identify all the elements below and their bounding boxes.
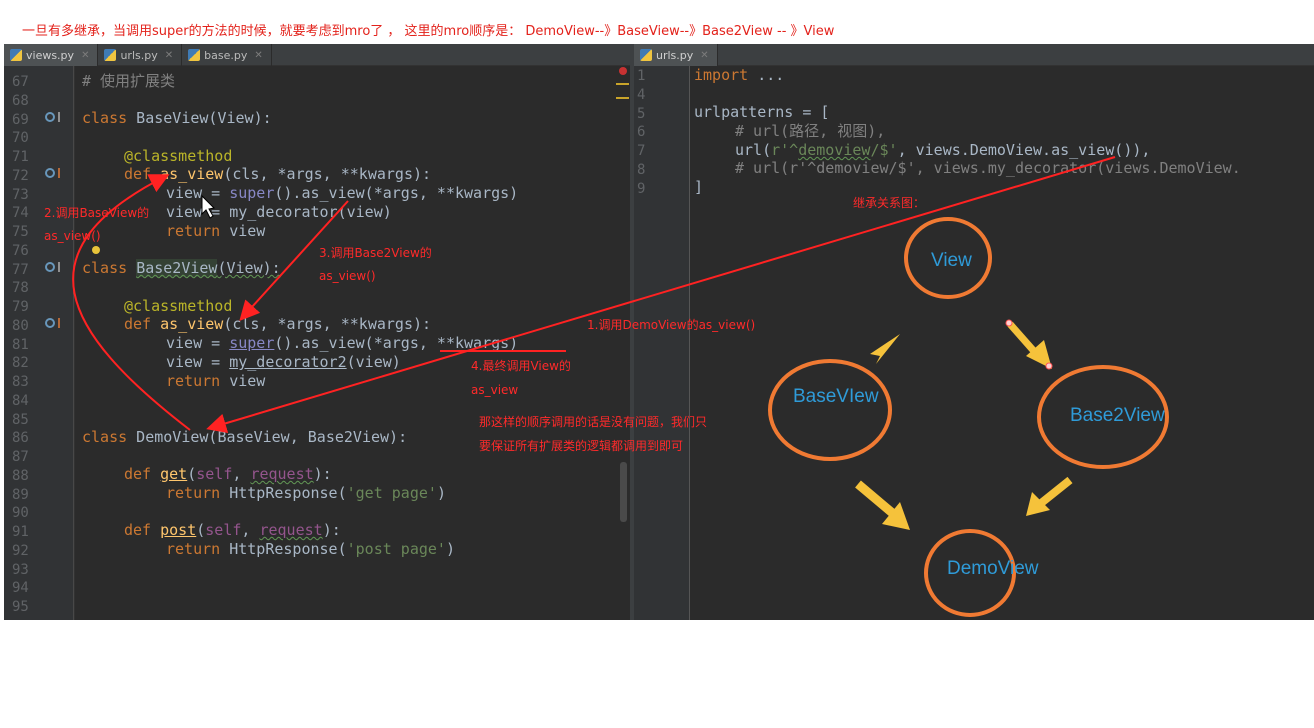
page-caption: 一旦有多继承，当调用super的方法的时候，就要考虑到mro了 ， 这里的mro…: [22, 24, 835, 39]
code-line-75[interactable]: return view: [166, 222, 265, 241]
diagram-label-baseview: BaseVIew: [793, 386, 879, 407]
code-right-line-5[interactable]: urlpatterns = [: [694, 103, 829, 122]
note-summary-2: 要保证所有扩展类的逻辑都调用到即可: [479, 439, 684, 453]
code-line-77[interactable]: class Base2View(View):: [82, 259, 281, 278]
note-summary-1: 那这样的顺序调用的话是没有问题，我们只: [479, 415, 708, 429]
note-step-3: 3.调用Base2View的: [319, 246, 432, 260]
note-step-2: 2.调用BaseView的: [44, 206, 150, 220]
code-line-81[interactable]: view = super().as_view(*args, **kwargs): [166, 334, 518, 353]
code-line-69[interactable]: class BaseView(View):: [82, 109, 272, 128]
code-line-88[interactable]: def get(self, request):: [124, 465, 332, 484]
note-step-3-sub: as_view(): [319, 269, 376, 283]
code-line-86[interactable]: class DemoView(BaseView, Base2View):: [82, 428, 407, 447]
error-marker-icon: [619, 67, 627, 75]
note-step-2-sub: as_view(): [44, 229, 101, 243]
diagram-label-base2view: Base2View: [1070, 405, 1165, 426]
code-line-91[interactable]: def post(self, request):: [124, 521, 341, 540]
override-icon[interactable]: [45, 112, 60, 122]
lightbulb-icon[interactable]: [92, 246, 100, 254]
code-line-74[interactable]: view = my_decorator(view): [166, 203, 392, 222]
code-line-92[interactable]: return HttpResponse('post page'): [166, 540, 455, 559]
code-right-line-8[interactable]: # url(r'^demoview/$', views.my_decorator…: [735, 159, 1241, 178]
right-tab-bar: urls.py ✕: [634, 44, 1314, 66]
code-line-67[interactable]: # 使用扩展类: [82, 72, 175, 91]
code-right-line-6[interactable]: # url(路径, 视图),: [735, 122, 885, 141]
code-line-71[interactable]: @classmethod: [124, 147, 232, 166]
code-line-73[interactable]: view = super().as_view(*args, **kwargs): [166, 184, 518, 203]
note-step-4: 4.最终调用View的: [471, 359, 571, 373]
note-step-4-sub: as_view: [471, 383, 519, 397]
diagram-title: 继承关系图：: [853, 196, 926, 210]
code-right-line-1[interactable]: import ...: [694, 66, 784, 85]
code-right-line-7[interactable]: url(r'^demoview/$', views.DemoView.as_vi…: [735, 141, 1150, 160]
implements-icon[interactable]: [45, 318, 60, 328]
implements-icon[interactable]: [45, 168, 60, 178]
diagram-label-demoview: DemoView: [947, 558, 1039, 579]
code-right-line-9[interactable]: ]: [694, 178, 703, 197]
code-line-82[interactable]: view = my_decorator2(view): [166, 353, 401, 372]
note-step-1: 1.调用DemoView的as_view(): [587, 318, 756, 332]
code-line-80[interactable]: def as_view(cls, *args, **kwargs):: [124, 315, 431, 334]
diagram-label-view: View: [931, 250, 972, 271]
code-line-89[interactable]: return HttpResponse('get page'): [166, 484, 446, 503]
code-line-79[interactable]: @classmethod: [124, 297, 232, 316]
code-line-83[interactable]: return view: [166, 372, 265, 391]
override-icon[interactable]: [45, 262, 60, 272]
code-line-72[interactable]: def as_view(cls, *args, **kwargs):: [124, 165, 431, 184]
